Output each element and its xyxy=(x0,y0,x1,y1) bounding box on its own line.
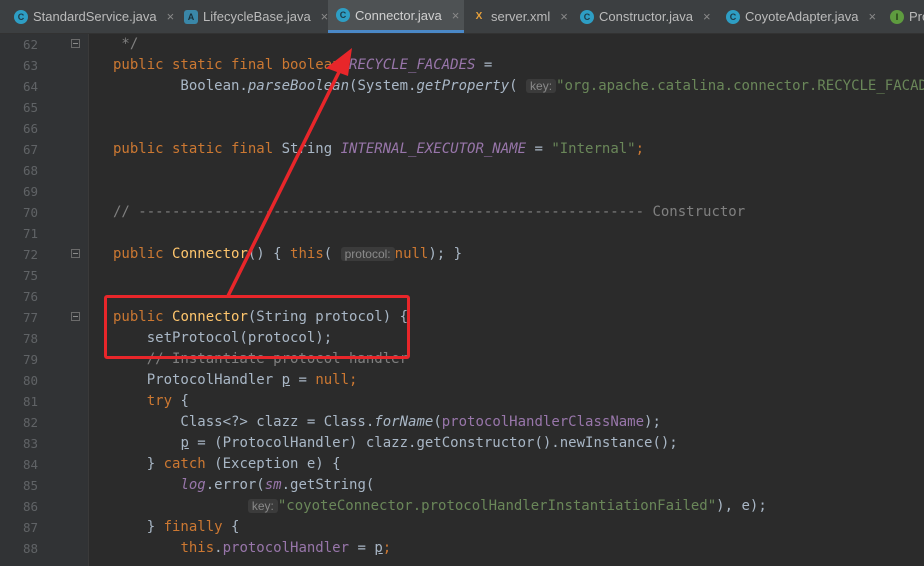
annotation-arrow-icon xyxy=(226,48,352,298)
